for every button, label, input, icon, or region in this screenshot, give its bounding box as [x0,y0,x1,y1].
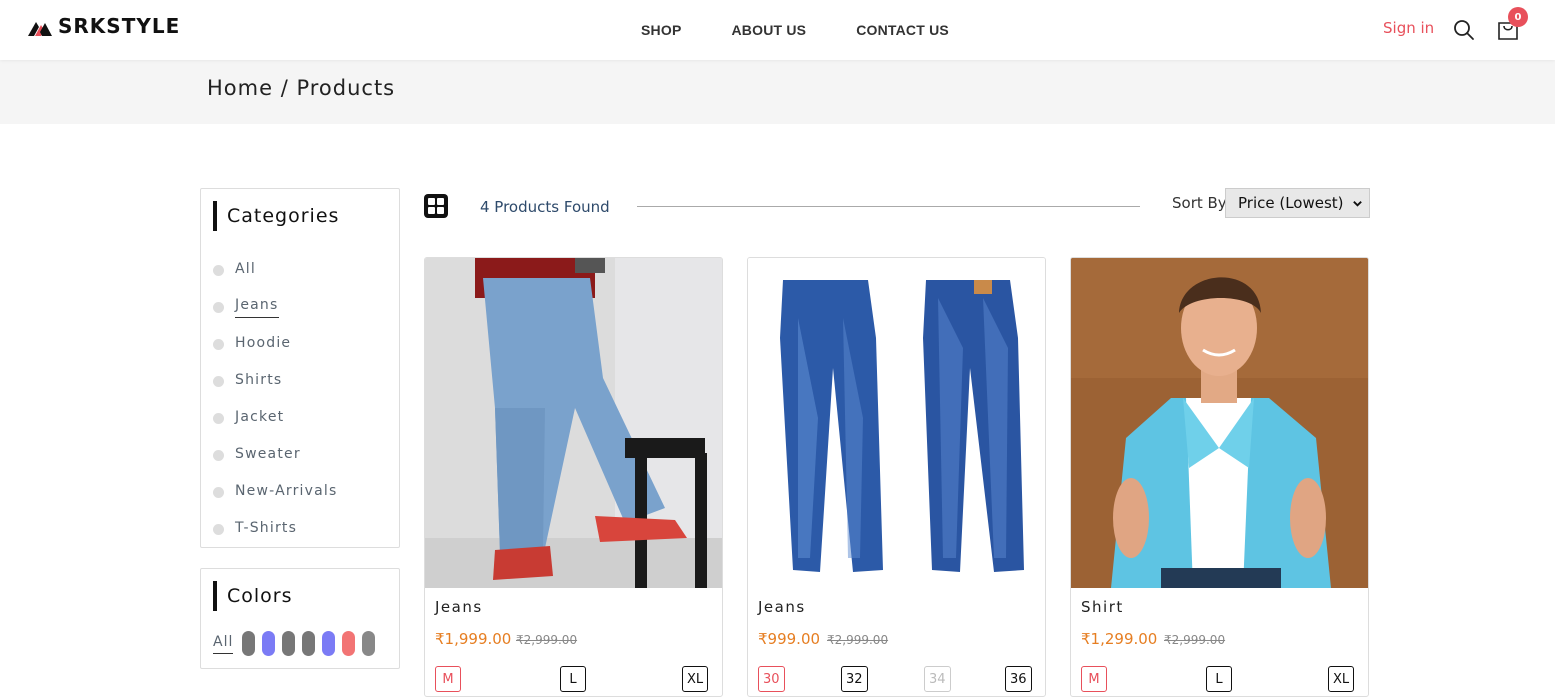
radio-dot-icon [213,413,224,424]
color-swatches: All [213,631,376,656]
color-swatch[interactable] [262,631,276,656]
product-name: Jeans [758,598,806,616]
sort-select[interactable]: Price (Lowest) [1225,188,1370,218]
category-label: All [235,260,256,277]
category-item-t-shirts[interactable]: T-Shirts [213,511,337,548]
search-icon[interactable] [1453,19,1475,41]
color-swatch[interactable] [282,631,296,656]
brand-name: SRKSTYLE [58,14,181,38]
color-swatch[interactable] [302,631,316,656]
breadcrumb-bar: Home / Products [0,60,1555,124]
sort-label: Sort By [1172,194,1227,212]
radio-dot-icon [213,302,224,313]
category-list: All Jeans Hoodie Shirts Jacket Sweater N… [213,252,337,548]
color-swatch[interactable] [242,631,256,656]
size-option-xl[interactable]: XL [682,666,709,692]
category-item-new-arrivals[interactable]: New-Arrivals [213,474,337,511]
radio-dot-icon [213,376,224,387]
category-label: Shirts [235,371,283,388]
radio-dot-icon [213,450,224,461]
category-label: New-Arrivals [235,482,338,499]
color-swatch[interactable] [322,631,336,656]
size-option-36[interactable]: 36 [1005,666,1032,692]
products-found-count: 4 Products Found [480,198,610,216]
category-item-jeans[interactable]: Jeans [213,289,337,326]
product-image[interactable] [1071,258,1368,588]
product-card[interactable]: Shirt ₹1,299.00 ₹2,999.00 M L XL [1070,257,1369,697]
cart-count-badge: 0 [1508,7,1528,27]
radio-dot-icon [213,339,224,350]
sign-in-link[interactable]: Sign in [1383,19,1434,37]
color-swatch[interactable] [342,631,356,656]
size-option-30[interactable]: 30 [758,666,785,692]
categories-panel: Categories All Jeans Hoodie Shirts Jacke… [200,188,400,548]
site-header: SRKSTYLE SHOP ABOUT US CONTACT US Sign i… [0,0,1555,60]
size-option-m[interactable]: M [435,666,461,692]
sort-selected-value: Price (Lowest) [1238,194,1344,212]
product-name: Shirt [1081,598,1124,616]
category-item-all[interactable]: All [213,252,337,289]
color-swatch[interactable] [362,631,376,656]
radio-dot-icon [213,487,224,498]
radio-dot-icon [213,265,224,276]
product-price: ₹1,999.00 [435,630,512,648]
product-original-price: ₹2,999.00 [1164,633,1226,647]
product-original-price: ₹2,999.00 [516,633,578,647]
product-image[interactable] [748,258,1045,588]
category-item-sweater[interactable]: Sweater [213,437,337,474]
product-card[interactable]: Jeans ₹999.00 ₹2,999.00 30 32 34 36 [747,257,1046,697]
nav-about-us[interactable]: ABOUT US [731,22,806,38]
brand-logo[interactable]: SRKSTYLE [28,14,180,38]
size-option-m[interactable]: M [1081,666,1107,692]
category-label: Sweater [235,445,301,462]
category-label: Jeans [235,297,279,318]
size-option-34[interactable]: 34 [924,666,951,692]
grid-view-icon[interactable] [424,194,448,218]
nav-contact-us[interactable]: CONTACT US [856,22,949,38]
brand-logo-icon [28,22,52,36]
toolbar-divider [637,206,1140,207]
color-all-filter[interactable]: All [213,634,234,654]
colors-title: Colors [213,581,293,611]
nav-shop[interactable]: SHOP [641,22,681,38]
radio-dot-icon [213,524,224,535]
categories-title: Categories [213,201,339,231]
size-option-xl[interactable]: XL [1328,666,1355,692]
size-option-32[interactable]: 32 [841,666,868,692]
product-name: Jeans [435,598,483,616]
category-label: Jacket [235,408,285,425]
product-image[interactable] [425,258,722,588]
size-option-l[interactable]: L [1206,666,1232,692]
product-original-price: ₹2,999.00 [827,633,889,647]
product-price: ₹999.00 [758,630,821,648]
category-item-jacket[interactable]: Jacket [213,400,337,437]
category-label: Hoodie [235,334,292,351]
colors-panel: Colors All [200,568,400,669]
breadcrumb: Home / Products [207,76,396,100]
chevron-down-icon [1353,201,1362,207]
category-item-shirts[interactable]: Shirts [213,363,337,400]
main-nav: SHOP ABOUT US CONTACT US [641,22,949,38]
category-item-hoodie[interactable]: Hoodie [213,326,337,363]
product-card[interactable]: Jeans ₹1,999.00 ₹2,999.00 M L XL [424,257,723,697]
size-option-l[interactable]: L [560,666,586,692]
product-price: ₹1,299.00 [1081,630,1158,648]
category-label: T-Shirts [235,519,298,536]
